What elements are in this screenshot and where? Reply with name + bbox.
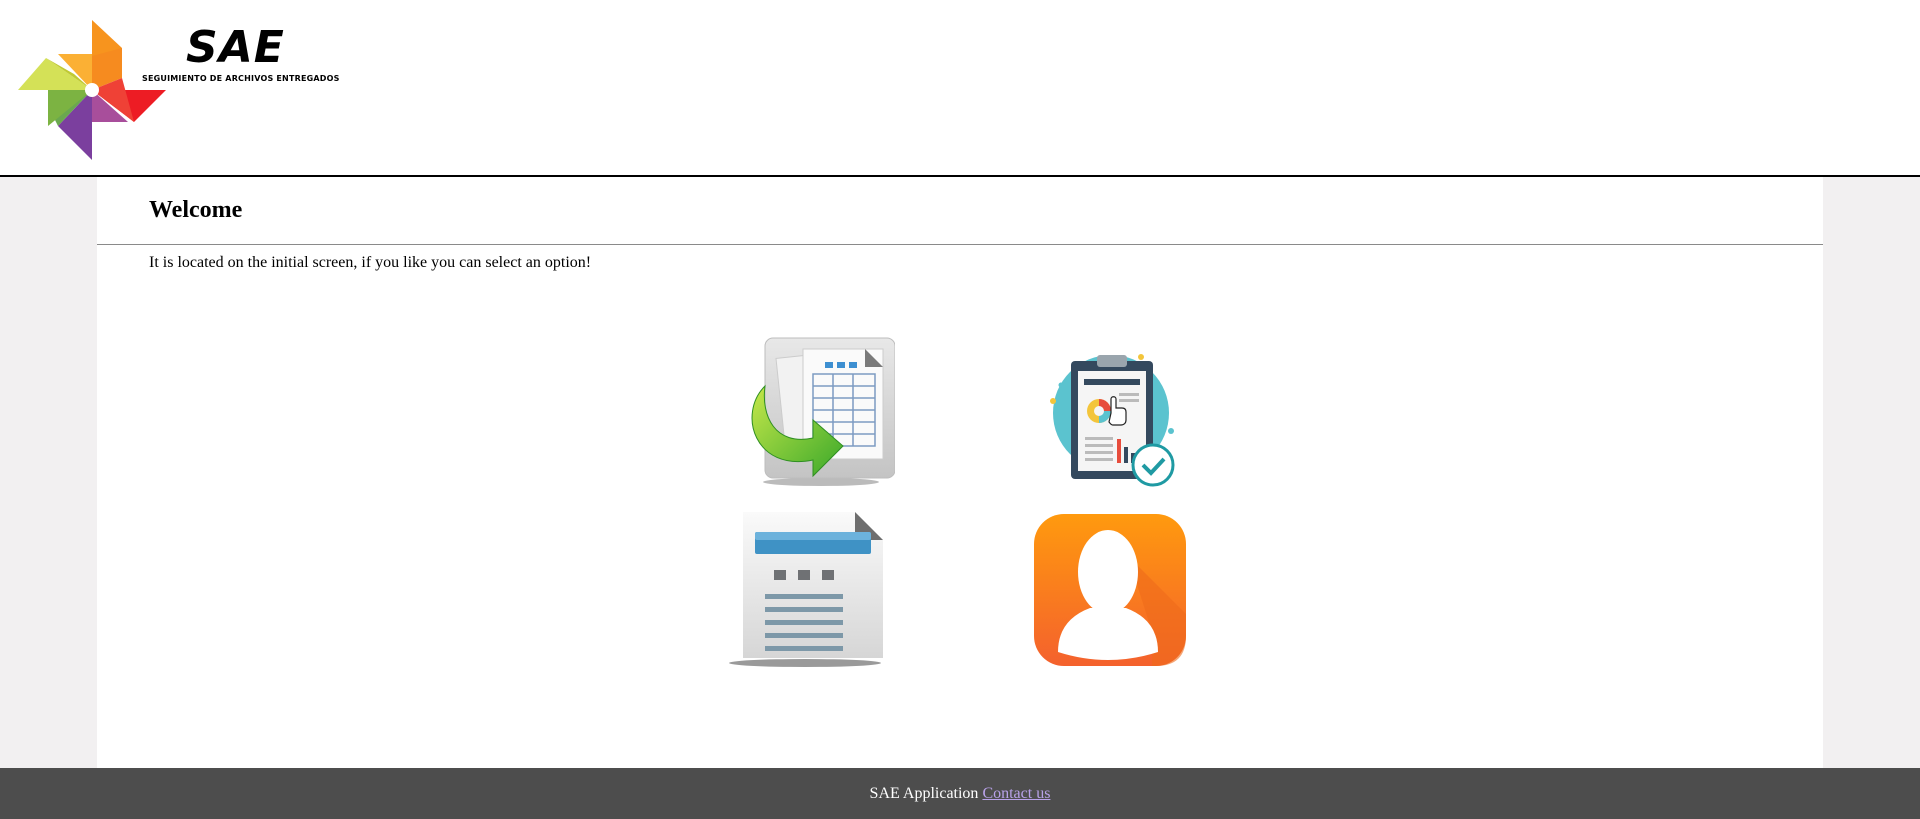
pinwheel-logo-icon (18, 20, 166, 160)
clipboard-report-icon (1050, 354, 1175, 487)
option-document[interactable] (725, 508, 885, 668)
option-user-profile[interactable] (1032, 512, 1188, 668)
logo-title: SAE (186, 22, 285, 73)
divider (97, 244, 1823, 245)
welcome-message: It is located on the initial screen, if … (149, 254, 592, 271)
page-title: Welcome (149, 197, 243, 223)
footer-app-name: SAE Application (869, 785, 979, 802)
header: SAE SEGUIMIENTO DE ARCHIVOS ENTREGADOS (0, 0, 1920, 177)
logo-subtitle: SEGUIMIENTO DE ARCHIVOS ENTREGADOS (142, 74, 340, 83)
option-spreadsheet-import[interactable] (735, 334, 895, 494)
footer: SAE Application Contact us (0, 768, 1920, 819)
sae-logo[interactable]: SAE SEGUIMIENTO DE ARCHIVOS ENTREGADOS (18, 18, 340, 163)
user-profile-icon (1034, 514, 1186, 666)
document-icon (729, 512, 883, 667)
spreadsheet-import-icon (751, 337, 895, 486)
option-clipboard-report[interactable] (1041, 349, 1181, 489)
contact-link[interactable]: Contact us (982, 785, 1050, 802)
main-content: Welcome It is located on the initial scr… (97, 177, 1823, 768)
